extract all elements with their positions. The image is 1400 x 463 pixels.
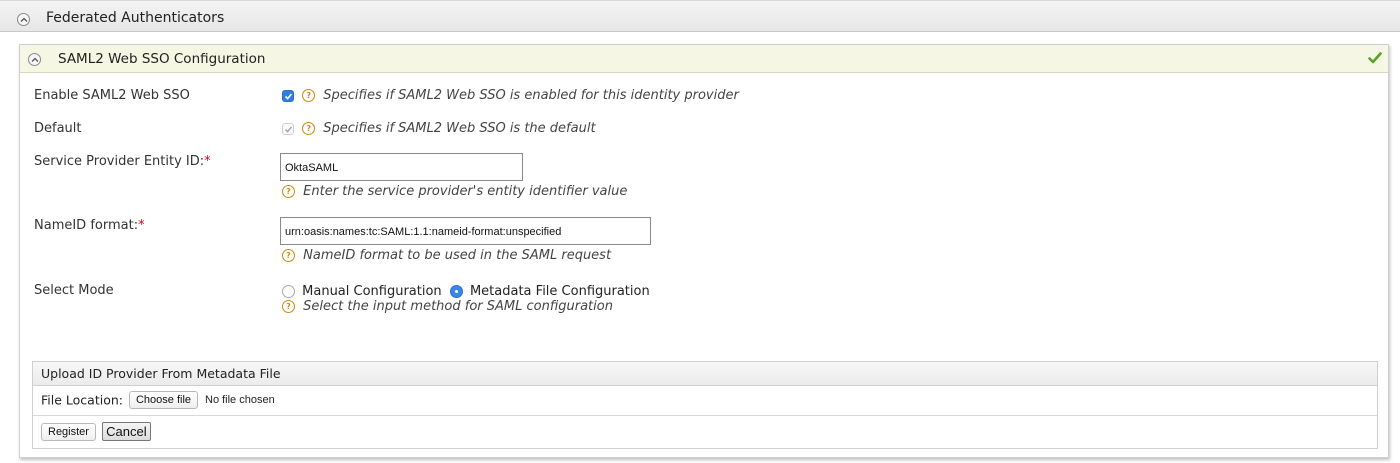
federated-authenticators-header[interactable]: Federated Authenticators (0, 0, 1400, 32)
choose-file-button[interactable]: Choose file (128, 391, 199, 409)
sp-entity-id-help-row: ? Enter the service provider's entity id… (282, 184, 627, 199)
collapse-toggle-icon[interactable] (17, 13, 30, 26)
enable-saml2-row: ? Specifies if SAML2 Web SSO is enabled … (282, 88, 739, 103)
manual-config-radio[interactable] (282, 285, 295, 298)
cancel-button[interactable]: Cancel (102, 422, 151, 441)
metadata-upload-section: Upload ID Provider From Metadata File Fi… (32, 361, 1378, 449)
collapse-toggle-icon[interactable] (28, 53, 41, 66)
nameid-format-label: NameID format:* (34, 218, 145, 233)
sp-entity-id-help: Enter the service provider's entity iden… (303, 184, 628, 199)
select-mode-help: Select the input method for SAML configu… (303, 299, 613, 314)
default-checkbox[interactable] (282, 122, 294, 135)
upload-actions-row: Register Cancel (33, 416, 1377, 447)
metadata-file-config-radio[interactable] (449, 285, 463, 298)
select-mode-row: Manual Configuration Metadata File Confi… (282, 284, 650, 299)
sp-entity-id-input[interactable]: OktaSAML (280, 153, 523, 181)
nameid-format-input[interactable]: urn:oasis:names:tc:SAML:1.1:nameid-forma… (280, 217, 651, 245)
saml2-panel-header[interactable]: SAML2 Web SSO Configuration (20, 45, 1388, 73)
nameid-format-label-text: NameID format: (34, 218, 139, 233)
panel-title: SAML2 Web SSO Configuration (58, 51, 266, 67)
required-marker: * (204, 154, 211, 169)
manual-config-label[interactable]: Manual Configuration (302, 284, 442, 299)
sp-entity-id-label: Service Provider Entity ID:* (34, 154, 211, 169)
sp-entity-id-label-text: Service Provider Entity ID: (34, 154, 205, 169)
help-icon: ? (302, 122, 316, 135)
metadata-file-config-label[interactable]: Metadata File Configuration (470, 284, 650, 299)
help-icon: ? (282, 185, 295, 198)
enable-saml2-help: Specifies if SAML2 Web SSO is enabled fo… (323, 88, 739, 103)
select-mode-label: Select Mode (34, 283, 114, 298)
file-location-row: File Location: Choose file No file chose… (33, 386, 1377, 416)
select-mode-help-row: ? Select the input method for SAML confi… (282, 299, 613, 314)
enable-saml2-checkbox[interactable] (282, 89, 294, 102)
file-location-label: File Location: (41, 392, 123, 408)
required-marker: * (138, 218, 145, 233)
no-file-chosen-text: No file chosen (205, 394, 275, 406)
upload-section-title: Upload ID Provider From Metadata File (33, 362, 1377, 386)
register-button[interactable]: Register (41, 422, 96, 441)
nameid-format-help-row: ? NameID format to be used in the SAML r… (282, 248, 611, 263)
help-icon: ? (282, 300, 295, 313)
default-row: ? Specifies if SAML2 Web SSO is the defa… (282, 121, 596, 136)
default-help: Specifies if SAML2 Web SSO is the defaul… (323, 121, 596, 136)
section-title: Federated Authenticators (46, 10, 225, 26)
enable-saml2-label: Enable SAML2 Web SSO (34, 88, 190, 103)
help-icon: ? (282, 249, 295, 262)
saml2-config-panel: SAML2 Web SSO Configuration Enable SAML2… (19, 44, 1389, 458)
help-icon: ? (302, 89, 316, 102)
default-label: Default (34, 121, 82, 136)
nameid-format-help: NameID format to be used in the SAML req… (303, 248, 612, 263)
checkmark-icon (1368, 52, 1382, 68)
